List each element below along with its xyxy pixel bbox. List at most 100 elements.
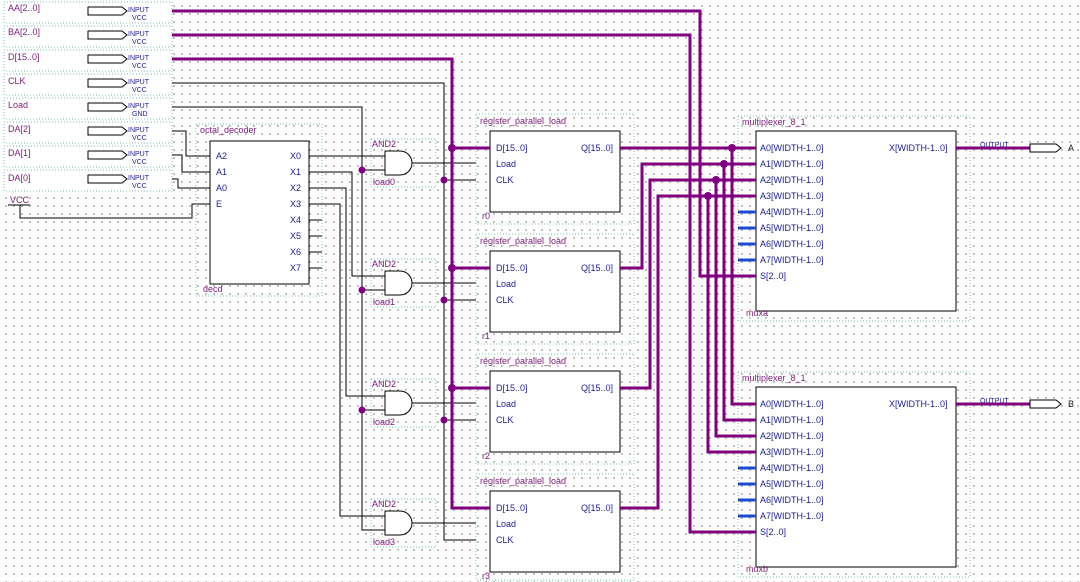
- input-pin-da2[interactable]: DA[2] INPUT VCC: [3, 121, 173, 144]
- pin-name-clk: CLK: [8, 76, 26, 86]
- decoder-input-a0: A0: [216, 183, 227, 193]
- register-instance-2: r2: [482, 451, 490, 461]
- pin-default-clk: VCC: [132, 87, 147, 94]
- reg1-port-clk: CLK: [496, 295, 514, 305]
- input-pin-da0[interactable]: DA[0] INPUT VCC: [3, 169, 173, 192]
- muxa-input-a0: A0[WIDTH-1..0]: [760, 143, 824, 153]
- decoder-output-x5: X5: [290, 231, 301, 241]
- reg2-port-load: Load: [496, 399, 516, 409]
- muxb-input-a1: A1[WIDTH-1..0]: [760, 415, 824, 425]
- pin-default-load: GND: [132, 111, 148, 118]
- input-pin-da1[interactable]: DA[1] INPUT VCC: [3, 145, 173, 168]
- and-instance-2: load2: [373, 417, 395, 427]
- register-instance-1: r1: [482, 331, 490, 341]
- decoder-output-x2: X2: [290, 183, 301, 193]
- pin-name-da2: DA[2]: [8, 124, 31, 134]
- reg0-port-d: D[15..0]: [496, 143, 528, 153]
- and-type-0: AND2: [372, 139, 396, 149]
- pin-name-ba: BA[2..0]: [8, 27, 40, 37]
- pin-dir-da2: INPUT: [128, 127, 150, 134]
- output-dir-b: OUTPUT: [980, 398, 1010, 405]
- reg3-port-load: Load: [496, 519, 516, 529]
- muxa-input-a1: A1[WIDTH-1..0]: [760, 159, 824, 169]
- register-r0[interactable]: register_parallel_load D[15..0] Load CLK…: [475, 113, 635, 225]
- register-type-0: register_parallel_load: [480, 116, 566, 126]
- muxb-input-a6: A6[WIDTH-1..0]: [760, 495, 824, 505]
- register-instance-0: r0: [482, 211, 490, 221]
- pin-dir-clk: INPUT: [128, 79, 150, 86]
- pin-dir-aa: INPUT: [128, 7, 150, 14]
- muxb-input-a0: A0[WIDTH-1..0]: [760, 399, 824, 409]
- decoder-output-x3: X3: [290, 199, 301, 209]
- input-pin-clk[interactable]: CLK INPUT VCC: [3, 73, 173, 96]
- pin-dir-ba: INPUT: [128, 31, 150, 38]
- reg1-port-load: Load: [496, 279, 516, 289]
- reg2-port-clk: CLK: [496, 415, 514, 425]
- octal-decoder-block[interactable]: octal_decoder A2 A1 A0 E X0 X1 X2 X3 X4 …: [195, 123, 323, 297]
- mux-type-0: multiplexer_8_1: [742, 117, 806, 127]
- decoder-output-x7: X7: [290, 263, 301, 273]
- muxb-input-a3: A3[WIDTH-1..0]: [760, 447, 824, 457]
- reg2-port-d: D[15..0]: [496, 383, 528, 393]
- muxa-output-x: X[WIDTH-1..0]: [889, 143, 948, 153]
- decoder-instance: decd: [203, 284, 223, 294]
- register-r2[interactable]: register_parallel_load D[15..0] Load CLK…: [475, 353, 635, 465]
- reg3-port-d: D[15..0]: [496, 503, 528, 513]
- muxa-input-a2: A2[WIDTH-1..0]: [760, 175, 824, 185]
- muxa-input-a6: A6[WIDTH-1..0]: [760, 239, 824, 249]
- pin-name-da1: DA[1]: [8, 148, 31, 158]
- decoder-output-x4: X4: [290, 215, 301, 225]
- reg0-port-clk: CLK: [496, 175, 514, 185]
- pin-default-da2: VCC: [132, 135, 147, 142]
- pin-default-aa: VCC: [132, 15, 147, 22]
- decoder-output-x0: X0: [290, 151, 301, 161]
- mux-input-stubs: [738, 210, 756, 518]
- decoder-type: octal_decoder: [200, 125, 257, 135]
- mux-muxb[interactable]: multiplexer_8_1 A0[WIDTH-1..0] A1[WIDTH-…: [737, 371, 971, 578]
- muxb-input-s: S[2..0]: [760, 527, 786, 537]
- pin-default-ba: VCC: [132, 39, 147, 46]
- pin-dir-load: INPUT: [128, 103, 150, 110]
- muxb-input-a5: A5[WIDTH-1..0]: [760, 479, 824, 489]
- muxb-input-a7: A7[WIDTH-1..0]: [760, 511, 824, 521]
- reg3-port-q: Q[15..0]: [581, 503, 613, 513]
- schematic-canvas: AA[2..0] INPUT VCC BA[2..0] INPUT VCC D[…: [3, 1, 1074, 581]
- register-r3[interactable]: register_parallel_load D[15..0] Load CLK…: [475, 473, 635, 581]
- reg0-port-load: Load: [496, 159, 516, 169]
- output-name-a: A: [1068, 143, 1074, 153]
- input-pin-ba[interactable]: BA[2..0] INPUT VCC: [3, 25, 173, 48]
- and-type-3: AND2: [372, 499, 396, 509]
- register-type-1: register_parallel_load: [480, 236, 566, 246]
- and-instance-1: load1: [373, 297, 395, 307]
- mux-muxa[interactable]: multiplexer_8_1 A0[WIDTH-1..0] A1[WIDTH-…: [737, 115, 971, 322]
- output-dir-a: OUTPUT: [980, 142, 1010, 149]
- pin-default-da1: VCC: [132, 159, 147, 166]
- input-pin-d[interactable]: D[15..0] INPUT VCC: [3, 49, 173, 72]
- and-instance-0: load0: [373, 177, 395, 187]
- and-instance-3: load3: [373, 537, 395, 547]
- pin-name-d: D[15..0]: [8, 52, 40, 62]
- reg1-port-d: D[15..0]: [496, 263, 528, 273]
- mux-type-1: multiplexer_8_1: [742, 373, 806, 383]
- decoder-output-x1: X1: [290, 167, 301, 177]
- decoder-input-a1: A1: [216, 167, 227, 177]
- vcc-symbol[interactable]: VCC: [8, 195, 204, 219]
- input-pin-aa[interactable]: AA[2..0] INPUT VCC: [3, 1, 173, 24]
- muxa-input-a3: A3[WIDTH-1..0]: [760, 191, 824, 201]
- reg2-port-q: Q[15..0]: [581, 383, 613, 393]
- register-type-3: register_parallel_load: [480, 476, 566, 486]
- pin-default-d: VCC: [132, 63, 147, 70]
- pin-name-aa: AA[2..0]: [8, 3, 40, 13]
- muxa-input-a5: A5[WIDTH-1..0]: [760, 223, 824, 233]
- muxb-output-x: X[WIDTH-1..0]: [889, 399, 948, 409]
- reg1-port-q: Q[15..0]: [581, 263, 613, 273]
- muxa-input-a4: A4[WIDTH-1..0]: [760, 207, 824, 217]
- pin-name-da0: DA[0]: [8, 173, 31, 183]
- register-type-2: register_parallel_load: [480, 356, 566, 366]
- pin-dir-d: INPUT: [128, 55, 150, 62]
- register-r1[interactable]: register_parallel_load D[15..0] Load CLK…: [475, 233, 635, 345]
- input-pin-load[interactable]: Load INPUT GND: [3, 97, 173, 120]
- vcc-label: VCC: [10, 195, 30, 205]
- muxa-input-a7: A7[WIDTH-1..0]: [760, 255, 824, 265]
- output-name-b: B: [1068, 399, 1074, 409]
